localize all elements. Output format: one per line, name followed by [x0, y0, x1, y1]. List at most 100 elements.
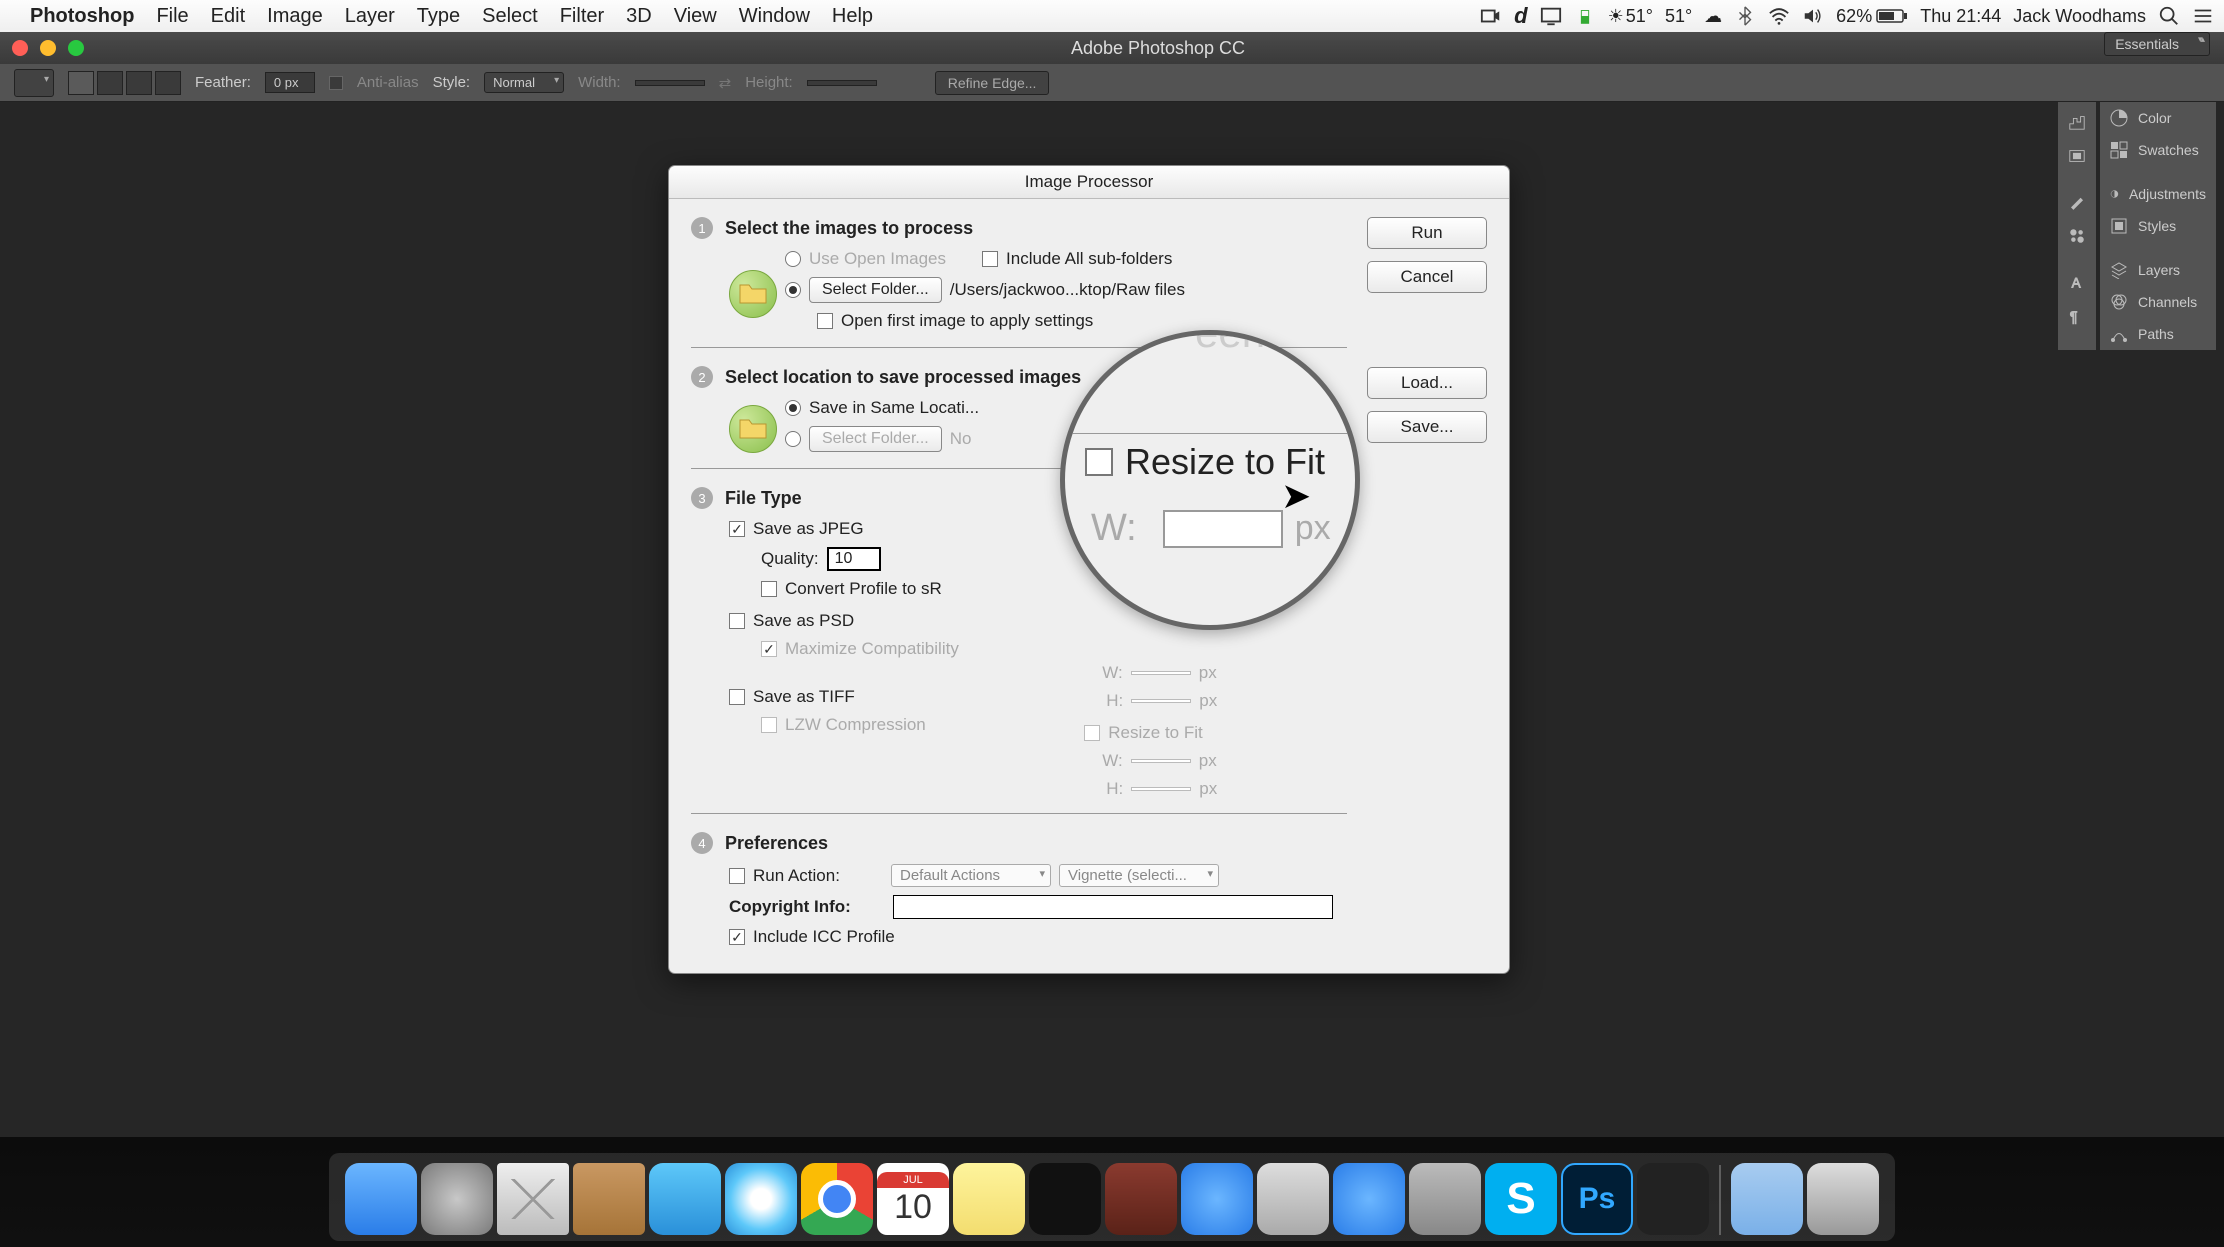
- style-dropdown[interactable]: Normal: [484, 72, 564, 93]
- menu-3d[interactable]: 3D: [626, 5, 652, 28]
- select-folder-btn-1[interactable]: Select Folder...: [809, 277, 942, 303]
- clock[interactable]: Thu 21:44: [1920, 6, 2001, 27]
- menu-file[interactable]: File: [156, 5, 188, 28]
- wifi-icon[interactable]: [1768, 5, 1790, 27]
- dock-launchpad[interactable]: [421, 1163, 493, 1235]
- section-save-location: 2Select location to save processed image…: [691, 366, 1347, 469]
- menu-select[interactable]: Select: [482, 5, 538, 28]
- copyright-input[interactable]: [893, 895, 1333, 919]
- styles-panel[interactable]: Styles: [2100, 210, 2216, 242]
- max-compat-check: [761, 641, 777, 657]
- cloud-icon[interactable]: ☁: [1704, 6, 1722, 27]
- save-button[interactable]: Save...: [1367, 411, 1487, 443]
- use-open-radio[interactable]: [785, 251, 801, 267]
- convert-profile-check[interactable]: [761, 581, 777, 597]
- menu-type[interactable]: Type: [417, 5, 460, 28]
- adjustments-panel[interactable]: Adjustments: [2100, 178, 2216, 210]
- menu-edit[interactable]: Edit: [211, 5, 245, 28]
- menu-view[interactable]: View: [674, 5, 717, 28]
- dock-calendar[interactable]: JUL10: [877, 1163, 949, 1235]
- battery-status-icon[interactable]: [1574, 5, 1596, 27]
- color-panel[interactable]: Color: [2100, 102, 2216, 134]
- menu-filter[interactable]: Filter: [560, 5, 604, 28]
- dock-appstore[interactable]: [1333, 1163, 1405, 1235]
- cancel-button[interactable]: Cancel: [1367, 261, 1487, 293]
- channels-panel[interactable]: Channels: [2100, 286, 2216, 318]
- dock-chrome[interactable]: [801, 1163, 873, 1235]
- battery-percent[interactable]: 62%: [1836, 5, 1908, 27]
- volume-icon[interactable]: [1802, 5, 1824, 27]
- ps-titlebar[interactable]: Adobe Photoshop CC: [0, 32, 2224, 64]
- action-dropdown[interactable]: Vignette (selecti...: [1059, 864, 1219, 887]
- brushes-icon[interactable]: [2058, 220, 2096, 252]
- menu-help[interactable]: Help: [832, 5, 873, 28]
- include-sub-check[interactable]: [982, 251, 998, 267]
- workspace-dropdown[interactable]: Essentials: [2104, 32, 2210, 56]
- display-icon[interactable]: [1540, 5, 1562, 27]
- menu-window[interactable]: Window: [739, 5, 810, 28]
- layers-panel[interactable]: Layers: [2100, 254, 2216, 286]
- open-first-label: Open first image to apply settings: [841, 311, 1093, 331]
- dock-imovie[interactable]: [1637, 1163, 1709, 1235]
- run-action-check[interactable]: [729, 868, 745, 884]
- height-label: Height:: [745, 74, 793, 91]
- temp-1[interactable]: ☀51°: [1608, 6, 1653, 27]
- char-icon[interactable]: A: [2058, 266, 2096, 298]
- spotlight-icon[interactable]: [2158, 5, 2180, 27]
- menu-layer[interactable]: Layer: [345, 5, 395, 28]
- open-first-check[interactable]: [817, 313, 833, 329]
- minimize-button[interactable]: [40, 40, 56, 56]
- menu-icon[interactable]: [2192, 5, 2214, 27]
- menu-image[interactable]: Image: [267, 5, 323, 28]
- dock-photoshop[interactable]: Ps: [1561, 1163, 1633, 1235]
- dock-trash[interactable]: [1807, 1163, 1879, 1235]
- bluetooth-icon[interactable]: [1734, 5, 1756, 27]
- tiff-w-input: [1131, 759, 1191, 763]
- save-tiff-check[interactable]: [729, 689, 745, 705]
- dock-photobooth[interactable]: [1105, 1163, 1177, 1235]
- dock-documents[interactable]: [1731, 1163, 1803, 1235]
- action-set-dropdown[interactable]: Default Actions: [891, 864, 1051, 887]
- dock-skype[interactable]: S: [1485, 1163, 1557, 1235]
- load-button[interactable]: Load...: [1367, 367, 1487, 399]
- feather-input[interactable]: 0 px: [265, 72, 315, 93]
- selection-mode[interactable]: [68, 71, 181, 95]
- swatches-panel[interactable]: Swatches: [2100, 134, 2216, 166]
- dock-sysprefs[interactable]: [1409, 1163, 1481, 1235]
- close-button[interactable]: [12, 40, 28, 56]
- para-icon[interactable]: ¶: [2058, 300, 2096, 332]
- dock-editor[interactable]: [1257, 1163, 1329, 1235]
- histogram-icon[interactable]: [2058, 106, 2096, 138]
- dock-finder[interactable]: [345, 1163, 417, 1235]
- run-button[interactable]: Run: [1367, 217, 1487, 249]
- select-folder-radio-2[interactable]: [785, 431, 801, 447]
- dock-contacts[interactable]: [573, 1163, 645, 1235]
- same-location-radio[interactable]: [785, 400, 801, 416]
- app-name[interactable]: Photoshop: [30, 5, 134, 28]
- svg-text:¶: ¶: [2070, 309, 2078, 325]
- icc-check[interactable]: [729, 929, 745, 945]
- quality-input[interactable]: 10: [827, 547, 881, 571]
- brush-settings-icon[interactable]: [2058, 186, 2096, 218]
- user-name[interactable]: Jack Woodhams: [2013, 6, 2146, 27]
- d-icon[interactable]: d: [1514, 3, 1527, 29]
- save-psd-check[interactable]: [729, 613, 745, 629]
- select-folder-btn-2[interactable]: Select Folder...: [809, 426, 942, 452]
- dock-notes[interactable]: [953, 1163, 1025, 1235]
- swap-icon[interactable]: ⇄: [719, 74, 732, 92]
- dock-mail[interactable]: [497, 1163, 569, 1235]
- save-jpeg-check[interactable]: [729, 521, 745, 537]
- refine-edge-btn[interactable]: Refine Edge...: [935, 71, 1050, 95]
- dock-messages[interactable]: [649, 1163, 721, 1235]
- select-folder-radio[interactable]: [785, 282, 801, 298]
- camera-icon[interactable]: [1480, 5, 1502, 27]
- paths-panel[interactable]: Paths: [2100, 318, 2216, 350]
- zoom-button[interactable]: [68, 40, 84, 56]
- dock-itunes[interactable]: [1181, 1163, 1253, 1235]
- navigator-icon[interactable]: [2058, 140, 2096, 172]
- dock-safari[interactable]: [725, 1163, 797, 1235]
- tool-preset-btn[interactable]: [14, 69, 54, 97]
- antialias-checkbox[interactable]: [329, 76, 343, 90]
- dock-facetime[interactable]: [1029, 1163, 1101, 1235]
- temp-2[interactable]: 51°: [1665, 6, 1692, 27]
